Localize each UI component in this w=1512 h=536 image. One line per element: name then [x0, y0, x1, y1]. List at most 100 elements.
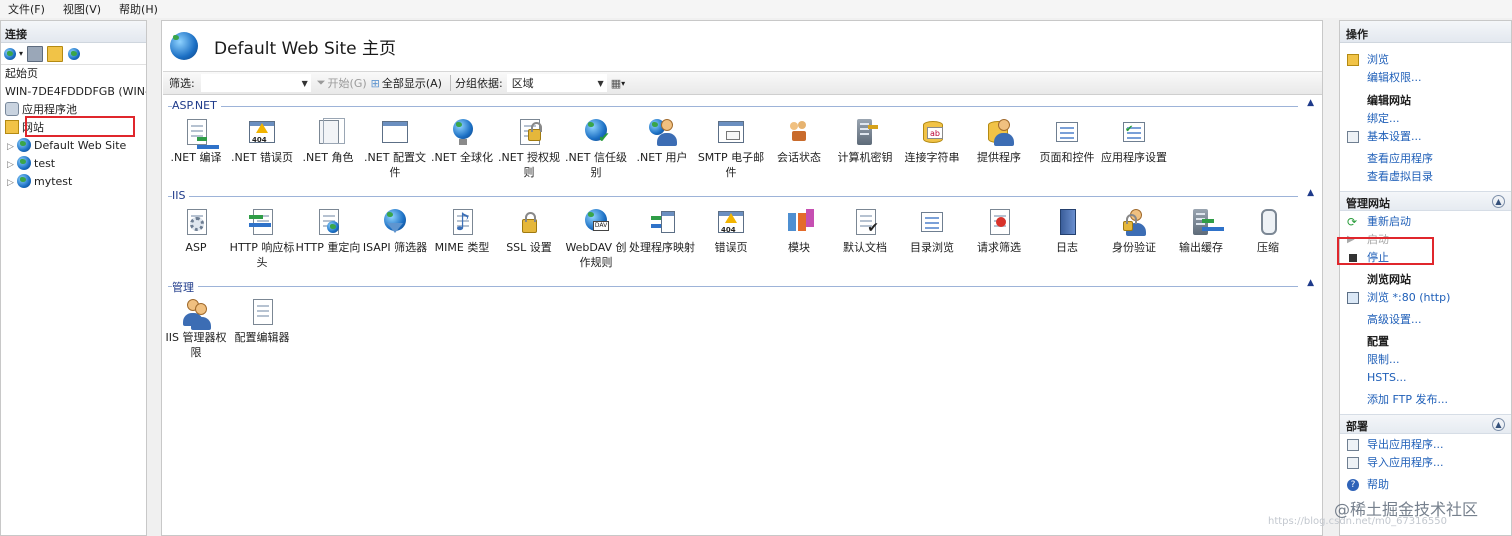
- page-title: Default Web Site 主页: [214, 38, 397, 59]
- menu-view[interactable]: 视图(V): [63, 1, 101, 17]
- tree-item-app-pools[interactable]: 应用程序池: [1, 101, 146, 119]
- feature-net-globalization[interactable]: .NET 全球化: [428, 117, 496, 165]
- providers-icon: [984, 117, 1014, 147]
- feature-label: .NET 用户: [636, 151, 688, 164]
- feature-session-state[interactable]: 会话状态: [765, 117, 833, 165]
- feature-logging[interactable]: 日志: [1033, 207, 1101, 255]
- feature-request-filtering[interactable]: 请求筛选: [965, 207, 1033, 255]
- basic-settings-link[interactable]: 基本设置...: [1340, 128, 1511, 146]
- start-link[interactable]: ▶ 启动: [1340, 231, 1511, 249]
- connect-globe-icon[interactable]: [3, 46, 19, 62]
- feature-smtp-email[interactable]: SMTP 电子邮件: [697, 117, 765, 180]
- hsts-link[interactable]: HSTS...: [1340, 369, 1511, 387]
- add-ftp-link[interactable]: 添加 FTP 发布...: [1340, 391, 1511, 409]
- help-link[interactable]: ? 帮助: [1340, 476, 1511, 494]
- open-folder-icon[interactable]: [47, 45, 64, 62]
- dropdown-arrow-icon[interactable]: ▼: [302, 75, 308, 93]
- chevron-down-icon[interactable]: ▾: [19, 49, 23, 58]
- feature-handler-mappings[interactable]: 处理程序映射: [628, 207, 696, 255]
- view-mode-button[interactable]: ▦ ▾: [611, 77, 625, 90]
- edit-permissions-link[interactable]: 编辑权限...: [1340, 69, 1511, 87]
- expand-arrow-icon[interactable]: ▷: [7, 156, 17, 173]
- feature-app-settings[interactable]: ✔ 应用程序设置: [1100, 117, 1168, 165]
- restart-link[interactable]: ⟳ 重新启动: [1340, 213, 1511, 231]
- collapse-icon[interactable]: ▲: [1307, 98, 1314, 108]
- feature-net-compilation[interactable]: .NET 编译: [162, 117, 230, 165]
- feature-providers[interactable]: 提供程序: [965, 117, 1033, 165]
- filter-input[interactable]: ▼: [200, 74, 311, 93]
- dropdown-arrow-icon[interactable]: ▼: [598, 75, 604, 93]
- feature-net-roles[interactable]: .NET 角色: [294, 117, 362, 165]
- feature-error-pages[interactable]: 404 错误页: [697, 207, 765, 255]
- tree-item-server[interactable]: WIN-7DE4FDDDFGB (WIN-: [1, 83, 146, 101]
- feature-compression[interactable]: 压缩: [1234, 207, 1302, 255]
- tree-item-mytest[interactable]: ▷ mytest: [1, 173, 146, 191]
- collapse-icon[interactable]: ▲: [1307, 188, 1314, 198]
- feature-isapi-filters[interactable]: ISAPI 筛选器: [361, 207, 429, 255]
- tree-item-test[interactable]: ▷ test: [1, 155, 146, 173]
- feature-iis-manager-permissions[interactable]: IIS 管理器权限: [162, 297, 230, 360]
- actions-title: 操作: [1340, 21, 1511, 43]
- section-manage: 管理 ▲: [168, 278, 1314, 295]
- modules-icon: [784, 207, 814, 237]
- feature-pages-controls[interactable]: 页面和控件: [1033, 117, 1101, 165]
- stop-icon: [1349, 254, 1357, 262]
- disconnect-icon[interactable]: [67, 46, 83, 62]
- menu-help[interactable]: 帮助(H): [119, 1, 158, 17]
- feature-asp[interactable]: ASP: [162, 207, 230, 255]
- collapse-icon[interactable]: ▲: [1492, 418, 1505, 431]
- feature-ssl-settings[interactable]: SSL 设置: [495, 207, 563, 255]
- connections-toolbar: ▾: [1, 43, 146, 65]
- redirect-icon: [313, 207, 343, 237]
- tree-item-start-page[interactable]: 起始页: [1, 65, 146, 83]
- tree-item-sites[interactable]: 网站: [1, 119, 146, 137]
- feature-mime-types[interactable]: ♪ MIME 类型: [428, 207, 496, 255]
- feature-modules[interactable]: 模块: [765, 207, 833, 255]
- feature-directory-browsing[interactable]: 目录浏览: [898, 207, 966, 255]
- export-icon: [1347, 439, 1359, 451]
- export-app-link[interactable]: 导出应用程序...: [1340, 436, 1511, 454]
- collapse-icon[interactable]: ▲: [1307, 278, 1314, 288]
- bindings-link[interactable]: 绑定...: [1340, 110, 1511, 128]
- show-all-label: 全部显示(A): [381, 77, 442, 90]
- feature-configuration-editor[interactable]: 配置编辑器: [228, 297, 296, 345]
- feature-net-authorization[interactable]: .NET 授权规则: [495, 117, 563, 180]
- expand-arrow-icon[interactable]: ▷: [7, 138, 17, 155]
- roles-icon: [313, 117, 345, 147]
- stop-link[interactable]: 停止: [1340, 249, 1511, 267]
- feature-net-error-pages[interactable]: 404 .NET 错误页: [228, 117, 296, 165]
- handler-mappings-icon: [647, 207, 677, 237]
- view-applications-link[interactable]: 查看应用程序: [1340, 150, 1511, 168]
- feature-label: 身份验证: [1112, 241, 1156, 254]
- go-button[interactable]: ⏷ 开始(G): [317, 75, 367, 91]
- feature-output-caching[interactable]: 输出缓存: [1167, 207, 1235, 255]
- feature-net-profile[interactable]: .NET 配置文件: [361, 117, 429, 180]
- feature-net-trust-levels[interactable]: ✔ .NET 信任级别: [562, 117, 630, 180]
- advanced-settings-link[interactable]: 高级设置...: [1340, 311, 1511, 329]
- browse-80-link[interactable]: 浏览 *:80 (http): [1340, 289, 1511, 307]
- feature-connection-strings[interactable]: ab 连接字符串: [898, 117, 966, 165]
- tree-item-default-web-site[interactable]: ▷ Default Web Site: [1, 137, 146, 155]
- view-virtual-dirs-link[interactable]: 查看虚拟目录: [1340, 168, 1511, 186]
- show-all-button[interactable]: ⊞ 全部显示(A): [371, 75, 442, 91]
- feature-net-users[interactable]: .NET 用户: [628, 117, 696, 165]
- save-icon[interactable]: [27, 45, 44, 62]
- feature-label: HTTP 响应标头: [229, 241, 295, 269]
- tree-label: test: [34, 157, 56, 170]
- watermark: @稀土掘金技术社区: [1334, 500, 1479, 519]
- feature-machine-key[interactable]: 计算机密钥: [831, 117, 899, 165]
- feature-webdav-authoring-rules[interactable]: DAV WebDAV 创作规则: [562, 207, 630, 270]
- menu-file[interactable]: 文件(F): [8, 1, 45, 17]
- feature-authentication[interactable]: 身份验证: [1100, 207, 1168, 255]
- edit-site-heading: 编辑网站: [1367, 94, 1411, 107]
- expand-arrow-icon[interactable]: ▷: [7, 174, 17, 191]
- feature-default-document[interactable]: ✔ 默认文档: [831, 207, 899, 255]
- feature-view: Default Web Site 主页 筛选: ▼ ⏷ 开始(G) ⊞ 全部显示(A…: [161, 20, 1323, 536]
- browse-link[interactable]: 浏览: [1340, 51, 1511, 69]
- group-by-select[interactable]: 区域 ▼: [506, 74, 607, 93]
- feature-http-redirect[interactable]: HTTP 重定向: [294, 207, 362, 255]
- collapse-icon[interactable]: ▲: [1492, 195, 1505, 208]
- limits-link[interactable]: 限制...: [1340, 351, 1511, 369]
- import-app-link[interactable]: 导入应用程序...: [1340, 454, 1511, 472]
- feature-http-response-headers[interactable]: HTTP 响应标头: [228, 207, 296, 270]
